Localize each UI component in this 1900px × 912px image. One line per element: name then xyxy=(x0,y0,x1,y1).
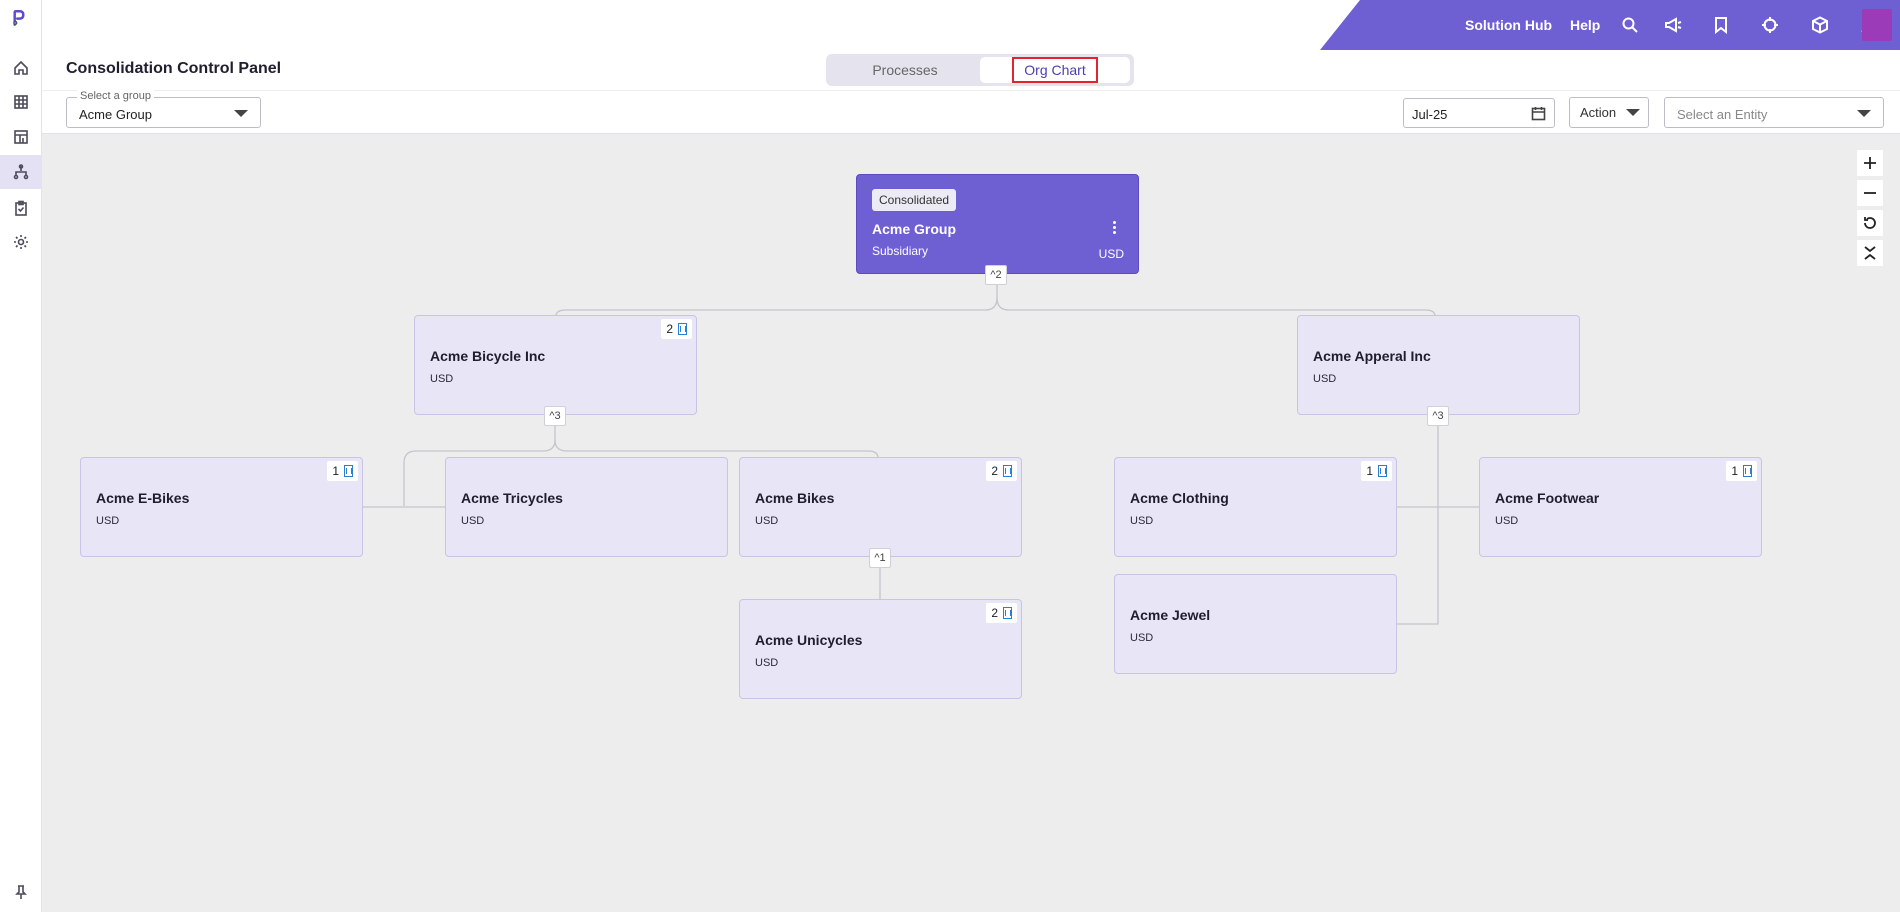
node-currency: USD xyxy=(1130,515,1154,527)
page-title: Consolidation Control Panel xyxy=(66,60,282,77)
user-avatar[interactable] xyxy=(1862,9,1892,41)
org-node-acme-bicycle-inc[interactable]: 2 Acme Bicycle Inc USD xyxy=(414,315,697,415)
entity-count: 2 xyxy=(666,322,673,336)
pin-icon[interactable] xyxy=(9,880,33,904)
node-name: Acme Unicycles xyxy=(755,632,863,648)
node-name: Acme Group xyxy=(872,221,957,237)
collapse-all-button[interactable] xyxy=(1857,240,1883,266)
solution-hub-link[interactable]: Solution Hub xyxy=(1465,17,1552,33)
minus-icon xyxy=(1864,192,1876,194)
node-currency: USD xyxy=(430,373,454,385)
org-node-acme-apperal-inc[interactable]: Acme Apperal Inc USD xyxy=(1297,315,1580,415)
node-name: Acme E-Bikes xyxy=(96,490,190,506)
plus-icon xyxy=(1864,157,1876,169)
chevron-down-icon xyxy=(234,110,248,117)
period-date-input[interactable]: Jul-25 xyxy=(1403,98,1555,128)
entity-count-badge[interactable]: 2 xyxy=(986,461,1017,481)
node-currency: USD xyxy=(1313,373,1337,385)
org-node-acme-bikes[interactable]: 2 Acme Bikes USD xyxy=(739,457,1022,557)
node-name: Acme Bicycle Inc xyxy=(430,348,546,364)
node-currency: USD xyxy=(1130,632,1154,644)
tab-processes[interactable]: Processes xyxy=(830,57,980,83)
org-hierarchy-icon[interactable] xyxy=(0,155,42,189)
building-icon xyxy=(1003,465,1012,477)
group-select-value: Acme Group xyxy=(79,107,152,122)
entity-count: 1 xyxy=(1731,464,1738,478)
reset-icon xyxy=(1864,217,1876,229)
node-name: Acme Jewel xyxy=(1130,607,1211,623)
org-node-acme-clothing[interactable]: 1 Acme Clothing USD xyxy=(1114,457,1397,557)
zoom-in-button[interactable] xyxy=(1857,150,1883,176)
building-icon xyxy=(344,465,353,477)
entity-count-badge[interactable]: 1 xyxy=(327,461,358,481)
building-icon xyxy=(1378,465,1387,477)
node-currency: USD xyxy=(1098,247,1124,261)
entity-select-placeholder: Select an Entity xyxy=(1677,107,1768,122)
expand-toggle-acme-bikes[interactable]: ^1 xyxy=(869,548,891,568)
help-link[interactable]: Help xyxy=(1570,17,1600,33)
home-icon[interactable] xyxy=(9,56,33,80)
entity-count: 1 xyxy=(332,464,339,478)
building-icon xyxy=(678,323,687,335)
node-currency: USD xyxy=(1495,515,1519,527)
left-nav-rail xyxy=(0,0,42,912)
cube-icon[interactable] xyxy=(1809,14,1831,36)
node-type: Subsidiary xyxy=(872,244,929,258)
building-icon xyxy=(1003,607,1012,619)
action-dropdown-label: Action xyxy=(1580,105,1617,120)
calendar-icon[interactable] xyxy=(1531,106,1546,121)
settings-icon[interactable] xyxy=(9,230,33,254)
org-node-acme-unicycles[interactable]: 2 Acme Unicycles USD xyxy=(739,599,1022,699)
zoom-out-button[interactable] xyxy=(1857,180,1883,206)
node-currency: USD xyxy=(755,657,779,669)
consolidated-tag: Consolidated xyxy=(872,189,957,211)
node-name: Acme Footwear xyxy=(1495,490,1600,506)
node-name: Acme Bikes xyxy=(755,490,835,506)
node-name: Acme Apperal Inc xyxy=(1313,348,1431,364)
entity-count: 2 xyxy=(991,606,998,620)
expand-toggle-acme-bicycle-inc[interactable]: ^3 xyxy=(544,406,566,426)
entity-count-badge[interactable]: 2 xyxy=(986,603,1017,623)
building-icon xyxy=(1743,465,1752,477)
reset-view-button[interactable] xyxy=(1857,210,1883,236)
node-currency: USD xyxy=(461,515,485,527)
org-node-acme-tricycles[interactable]: Acme Tricycles USD xyxy=(445,457,728,557)
collapse-icon xyxy=(1864,246,1876,260)
search-icon[interactable] xyxy=(1619,14,1641,36)
entity-count-badge[interactable]: 2 xyxy=(661,319,692,339)
entity-count: 2 xyxy=(991,464,998,478)
entity-count-badge[interactable]: 1 xyxy=(1361,461,1392,481)
expand-toggle-acme-apperal-inc[interactable]: ^3 xyxy=(1427,406,1449,426)
org-node-acme-jewel[interactable]: Acme Jewel USD xyxy=(1114,574,1397,674)
expand-toggle-root[interactable]: ^2 xyxy=(985,265,1007,285)
node-currency: USD xyxy=(96,515,120,527)
clipboard-icon[interactable] xyxy=(9,196,33,220)
view-toggle: Processes Org Chart xyxy=(826,54,1134,86)
grid-icon[interactable] xyxy=(9,90,33,114)
group-select-label: Select a group xyxy=(77,90,154,102)
app-logo-icon[interactable] xyxy=(11,10,31,36)
group-select[interactable]: Select a group Acme Group xyxy=(66,90,261,128)
more-options-icon[interactable] xyxy=(1113,221,1116,236)
tab-org-chart-label: Org Chart xyxy=(1012,57,1098,83)
action-dropdown[interactable]: Action xyxy=(1569,97,1649,128)
org-node-acme-footwear[interactable]: 1 Acme Footwear USD xyxy=(1479,457,1762,557)
top-action-band: Solution Hub Help xyxy=(1320,0,1900,50)
tab-org-chart[interactable]: Org Chart xyxy=(980,57,1130,83)
org-node-root[interactable]: Consolidated Acme Group Subsidiary USD xyxy=(856,174,1139,274)
entity-count: 1 xyxy=(1366,464,1373,478)
period-date-value: Jul-25 xyxy=(1412,107,1448,122)
dashboard-icon[interactable] xyxy=(9,125,33,149)
entity-count-badge[interactable]: 1 xyxy=(1726,461,1757,481)
chevron-down-icon xyxy=(1857,110,1871,117)
node-name: Acme Tricycles xyxy=(461,490,563,506)
entity-select[interactable]: Select an Entity xyxy=(1664,97,1884,128)
chevron-down-icon xyxy=(1626,109,1640,116)
node-currency: USD xyxy=(755,515,779,527)
org-node-acme-e-bikes[interactable]: 1 Acme E-Bikes USD xyxy=(80,457,363,557)
bookmark-icon[interactable] xyxy=(1710,14,1732,36)
crosshair-icon[interactable] xyxy=(1759,14,1781,36)
megaphone-icon[interactable] xyxy=(1662,14,1684,36)
node-name: Acme Clothing xyxy=(1130,490,1229,506)
